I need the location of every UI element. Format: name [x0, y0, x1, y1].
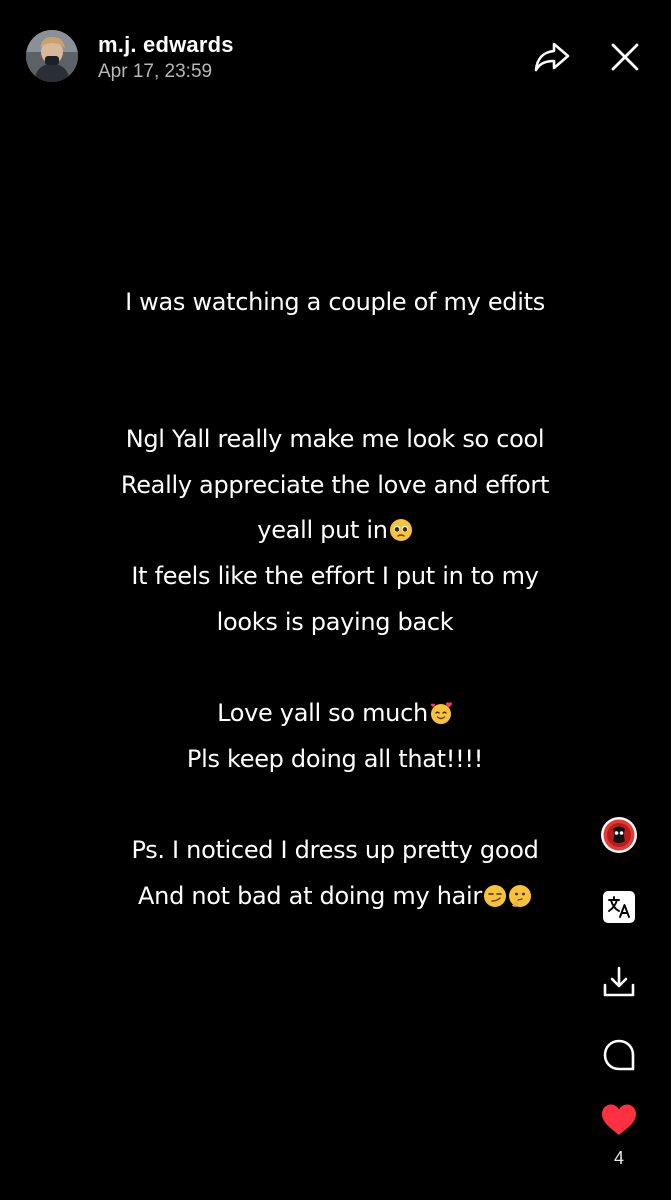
message-line: Ps. I noticed I dress up pretty good [131, 836, 539, 865]
message-line-text: Love yall so much [217, 699, 428, 728]
comment-button[interactable] [597, 1033, 641, 1077]
message-line: yeall put in [40, 508, 630, 554]
author-name[interactable]: m.j. edwards [98, 32, 234, 58]
like-count: 4 [613, 1148, 624, 1168]
message-line: I was watching a couple of my edits [125, 288, 545, 316]
message-line: Pls keep doing all that!!!! [186, 744, 484, 773]
smirking-face-emoji [483, 885, 506, 908]
message-line: And not bad at doing my hair [40, 874, 630, 920]
message-line: Ngl Yall really make me look so cool [125, 425, 545, 454]
close-button[interactable] [604, 36, 646, 78]
message-line-text: yeall put in [257, 516, 388, 545]
sticker-icon [601, 817, 637, 853]
message-line: Love yall so much [40, 691, 630, 737]
translate-icon [603, 891, 635, 923]
thinking-face-emoji [508, 885, 531, 908]
avatar[interactable] [26, 30, 78, 82]
message-line-blank [40, 326, 630, 372]
translate-button[interactable] [597, 885, 641, 929]
avatar-image [26, 30, 78, 82]
message-line-blank [40, 783, 630, 829]
post-header: m.j. edwards Apr 17, 23:59 [0, 0, 671, 110]
pleading-face-emoji [389, 519, 412, 542]
close-icon [611, 43, 639, 71]
message-line: It feels like the effort I put in to my [131, 562, 539, 591]
message-line-text: And not bad at doing my hair [138, 882, 482, 911]
post-message: I was watching a couple of my edits Ngl … [40, 280, 630, 920]
message-line: Really appreciate the love and effort [120, 470, 550, 499]
message-line: looks is paying back [216, 607, 454, 636]
comment-icon [603, 1039, 635, 1071]
download-button[interactable] [597, 960, 641, 1004]
message-line-blank [40, 371, 630, 417]
download-icon [603, 966, 635, 997]
like-button[interactable] [597, 1098, 641, 1142]
message-line-blank [40, 646, 630, 692]
heart-icon [602, 1104, 636, 1135]
smiling-face-with-hearts-emoji [430, 702, 452, 725]
sticker-button[interactable] [597, 813, 641, 857]
share-button[interactable] [531, 36, 573, 78]
share-icon [534, 42, 570, 72]
post-timestamp: Apr 17, 23:59 [98, 61, 213, 82]
